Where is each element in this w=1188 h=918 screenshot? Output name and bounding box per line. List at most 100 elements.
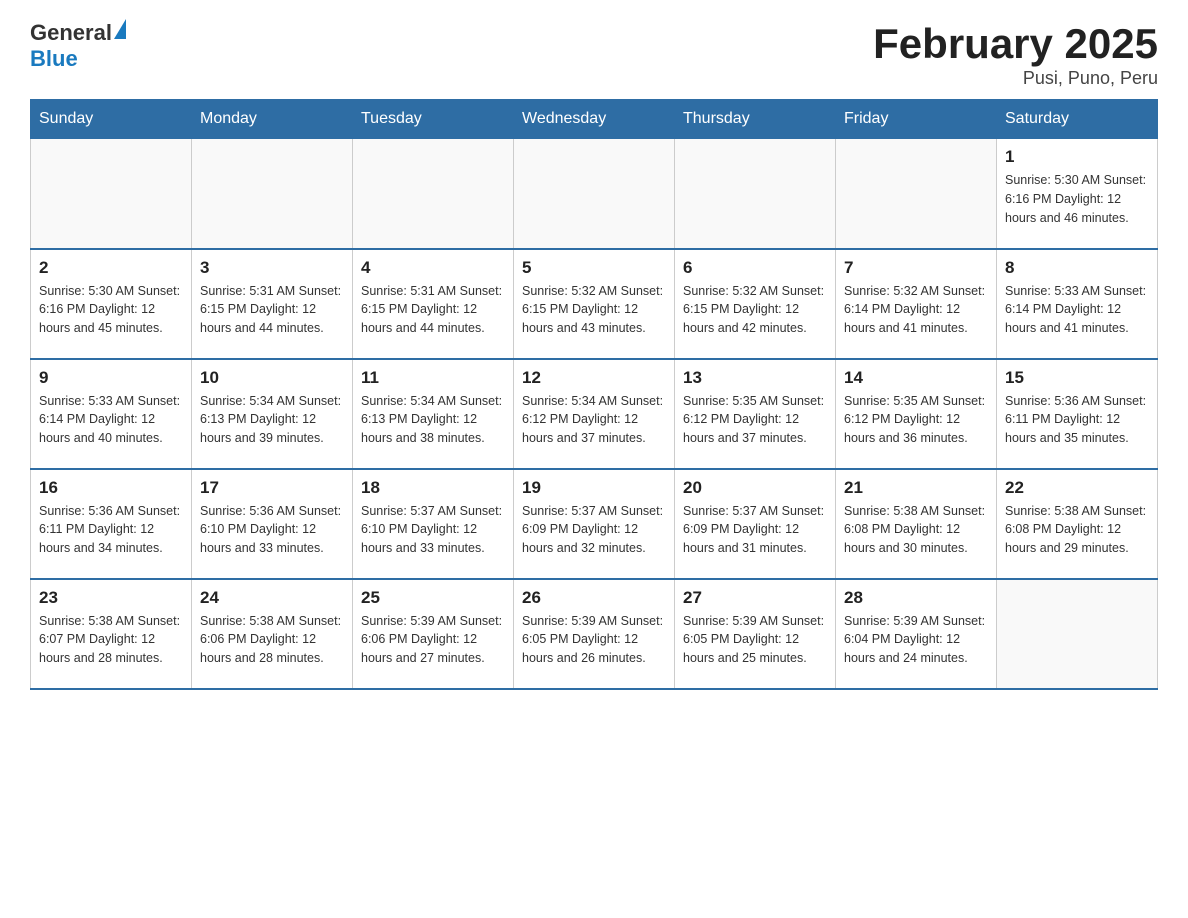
- day-info: Sunrise: 5:36 AM Sunset: 6:11 PM Dayligh…: [39, 502, 183, 558]
- day-number: 5: [522, 258, 666, 278]
- day-number: 18: [361, 478, 505, 498]
- calendar-week-row: 23 Sunrise: 5:38 AM Sunset: 6:07 PM Dayli…: [31, 579, 1158, 689]
- day-info: Sunrise: 5:37 AM Sunset: 6:10 PM Dayligh…: [361, 502, 505, 558]
- day-info: Sunrise: 5:39 AM Sunset: 6:04 PM Dayligh…: [844, 612, 988, 668]
- day-info: Sunrise: 5:37 AM Sunset: 6:09 PM Dayligh…: [522, 502, 666, 558]
- weekday-header-thursday: Thursday: [675, 100, 836, 139]
- calendar-day-cell: 6 Sunrise: 5:32 AM Sunset: 6:15 PM Daylig…: [675, 249, 836, 359]
- day-info: Sunrise: 5:31 AM Sunset: 6:15 PM Dayligh…: [200, 282, 344, 338]
- day-number: 23: [39, 588, 183, 608]
- logo: General Blue: [30, 20, 126, 72]
- calendar-day-cell: [514, 139, 675, 249]
- month-title: February 2025: [873, 20, 1158, 68]
- calendar-day-cell: [675, 139, 836, 249]
- day-number: 3: [200, 258, 344, 278]
- day-number: 16: [39, 478, 183, 498]
- day-number: 4: [361, 258, 505, 278]
- day-info: Sunrise: 5:34 AM Sunset: 6:12 PM Dayligh…: [522, 392, 666, 448]
- day-number: 25: [361, 588, 505, 608]
- day-info: Sunrise: 5:39 AM Sunset: 6:05 PM Dayligh…: [522, 612, 666, 668]
- day-info: Sunrise: 5:32 AM Sunset: 6:15 PM Dayligh…: [522, 282, 666, 338]
- day-number: 1: [1005, 147, 1149, 167]
- day-number: 28: [844, 588, 988, 608]
- day-number: 12: [522, 368, 666, 388]
- day-number: 13: [683, 368, 827, 388]
- day-info: Sunrise: 5:39 AM Sunset: 6:05 PM Dayligh…: [683, 612, 827, 668]
- calendar-day-cell: [31, 139, 192, 249]
- calendar-day-cell: 21 Sunrise: 5:38 AM Sunset: 6:08 PM Dayli…: [836, 469, 997, 579]
- day-number: 17: [200, 478, 344, 498]
- calendar-day-cell: [836, 139, 997, 249]
- calendar-day-cell: [353, 139, 514, 249]
- day-info: Sunrise: 5:35 AM Sunset: 6:12 PM Dayligh…: [844, 392, 988, 448]
- day-info: Sunrise: 5:38 AM Sunset: 6:08 PM Dayligh…: [1005, 502, 1149, 558]
- calendar-day-cell: 22 Sunrise: 5:38 AM Sunset: 6:08 PM Dayli…: [997, 469, 1158, 579]
- day-number: 22: [1005, 478, 1149, 498]
- calendar-day-cell: 5 Sunrise: 5:32 AM Sunset: 6:15 PM Daylig…: [514, 249, 675, 359]
- weekday-header-row: SundayMondayTuesdayWednesdayThursdayFrid…: [31, 100, 1158, 139]
- calendar-day-cell: 9Sunrise: 5:33 AM Sunset: 6:14 PM Daylig…: [31, 359, 192, 469]
- calendar-day-cell: 7 Sunrise: 5:32 AM Sunset: 6:14 PM Daylig…: [836, 249, 997, 359]
- calendar-week-row: 2Sunrise: 5:30 AM Sunset: 6:16 PM Daylig…: [31, 249, 1158, 359]
- calendar-body: 1Sunrise: 5:30 AM Sunset: 6:16 PM Daylig…: [31, 139, 1158, 689]
- calendar-day-cell: 24 Sunrise: 5:38 AM Sunset: 6:06 PM Dayli…: [192, 579, 353, 689]
- day-info: Sunrise: 5:31 AM Sunset: 6:15 PM Dayligh…: [361, 282, 505, 338]
- weekday-header-friday: Friday: [836, 100, 997, 139]
- calendar-day-cell: 16 Sunrise: 5:36 AM Sunset: 6:11 PM Dayli…: [31, 469, 192, 579]
- day-info: Sunrise: 5:38 AM Sunset: 6:08 PM Dayligh…: [844, 502, 988, 558]
- weekday-header-monday: Monday: [192, 100, 353, 139]
- calendar-week-row: 1Sunrise: 5:30 AM Sunset: 6:16 PM Daylig…: [31, 139, 1158, 249]
- calendar-day-cell: 23 Sunrise: 5:38 AM Sunset: 6:07 PM Dayli…: [31, 579, 192, 689]
- weekday-header-tuesday: Tuesday: [353, 100, 514, 139]
- day-info: Sunrise: 5:35 AM Sunset: 6:12 PM Dayligh…: [683, 392, 827, 448]
- calendar-day-cell: 15 Sunrise: 5:36 AM Sunset: 6:11 PM Dayli…: [997, 359, 1158, 469]
- page-header: General Blue February 2025 Pusi, Puno, P…: [30, 20, 1158, 89]
- day-number: 24: [200, 588, 344, 608]
- calendar-week-row: 16 Sunrise: 5:36 AM Sunset: 6:11 PM Dayli…: [31, 469, 1158, 579]
- calendar-day-cell: 2Sunrise: 5:30 AM Sunset: 6:16 PM Daylig…: [31, 249, 192, 359]
- calendar-day-cell: 12 Sunrise: 5:34 AM Sunset: 6:12 PM Dayli…: [514, 359, 675, 469]
- day-info: Sunrise: 5:32 AM Sunset: 6:14 PM Dayligh…: [844, 282, 988, 338]
- calendar-day-cell: 1Sunrise: 5:30 AM Sunset: 6:16 PM Daylig…: [997, 139, 1158, 249]
- day-info: Sunrise: 5:36 AM Sunset: 6:11 PM Dayligh…: [1005, 392, 1149, 448]
- day-number: 15: [1005, 368, 1149, 388]
- day-number: 11: [361, 368, 505, 388]
- day-info: Sunrise: 5:36 AM Sunset: 6:10 PM Dayligh…: [200, 502, 344, 558]
- day-info: Sunrise: 5:38 AM Sunset: 6:07 PM Dayligh…: [39, 612, 183, 668]
- calendar-day-cell: 13 Sunrise: 5:35 AM Sunset: 6:12 PM Dayli…: [675, 359, 836, 469]
- calendar-day-cell: 20Sunrise: 5:37 AM Sunset: 6:09 PM Dayli…: [675, 469, 836, 579]
- calendar-day-cell: 28 Sunrise: 5:39 AM Sunset: 6:04 PM Dayli…: [836, 579, 997, 689]
- day-number: 14: [844, 368, 988, 388]
- day-info: Sunrise: 5:32 AM Sunset: 6:15 PM Dayligh…: [683, 282, 827, 338]
- logo-general-text: General: [30, 20, 112, 46]
- day-number: 8: [1005, 258, 1149, 278]
- day-info: Sunrise: 5:34 AM Sunset: 6:13 PM Dayligh…: [200, 392, 344, 448]
- day-number: 2: [39, 258, 183, 278]
- calendar-day-cell: 18 Sunrise: 5:37 AM Sunset: 6:10 PM Dayli…: [353, 469, 514, 579]
- calendar-table: SundayMondayTuesdayWednesdayThursdayFrid…: [30, 99, 1158, 690]
- day-info: Sunrise: 5:37 AM Sunset: 6:09 PM Dayligh…: [683, 502, 827, 558]
- day-info: Sunrise: 5:38 AM Sunset: 6:06 PM Dayligh…: [200, 612, 344, 668]
- calendar-day-cell: 11 Sunrise: 5:34 AM Sunset: 6:13 PM Dayli…: [353, 359, 514, 469]
- calendar-day-cell: 3 Sunrise: 5:31 AM Sunset: 6:15 PM Daylig…: [192, 249, 353, 359]
- calendar-day-cell: 10Sunrise: 5:34 AM Sunset: 6:13 PM Dayli…: [192, 359, 353, 469]
- calendar-day-cell: 25 Sunrise: 5:39 AM Sunset: 6:06 PM Dayli…: [353, 579, 514, 689]
- calendar-header: SundayMondayTuesdayWednesdayThursdayFrid…: [31, 100, 1158, 139]
- weekday-header-sunday: Sunday: [31, 100, 192, 139]
- day-number: 26: [522, 588, 666, 608]
- day-number: 7: [844, 258, 988, 278]
- day-info: Sunrise: 5:39 AM Sunset: 6:06 PM Dayligh…: [361, 612, 505, 668]
- day-number: 6: [683, 258, 827, 278]
- calendar-day-cell: 19 Sunrise: 5:37 AM Sunset: 6:09 PM Dayli…: [514, 469, 675, 579]
- day-number: 21: [844, 478, 988, 498]
- title-section: February 2025 Pusi, Puno, Peru: [873, 20, 1158, 89]
- day-info: Sunrise: 5:34 AM Sunset: 6:13 PM Dayligh…: [361, 392, 505, 448]
- location-text: Pusi, Puno, Peru: [873, 68, 1158, 89]
- calendar-day-cell: [997, 579, 1158, 689]
- calendar-day-cell: 14 Sunrise: 5:35 AM Sunset: 6:12 PM Dayli…: [836, 359, 997, 469]
- calendar-week-row: 9Sunrise: 5:33 AM Sunset: 6:14 PM Daylig…: [31, 359, 1158, 469]
- calendar-day-cell: 4 Sunrise: 5:31 AM Sunset: 6:15 PM Daylig…: [353, 249, 514, 359]
- day-number: 9: [39, 368, 183, 388]
- logo-triangle-icon: [114, 19, 126, 39]
- day-number: 19: [522, 478, 666, 498]
